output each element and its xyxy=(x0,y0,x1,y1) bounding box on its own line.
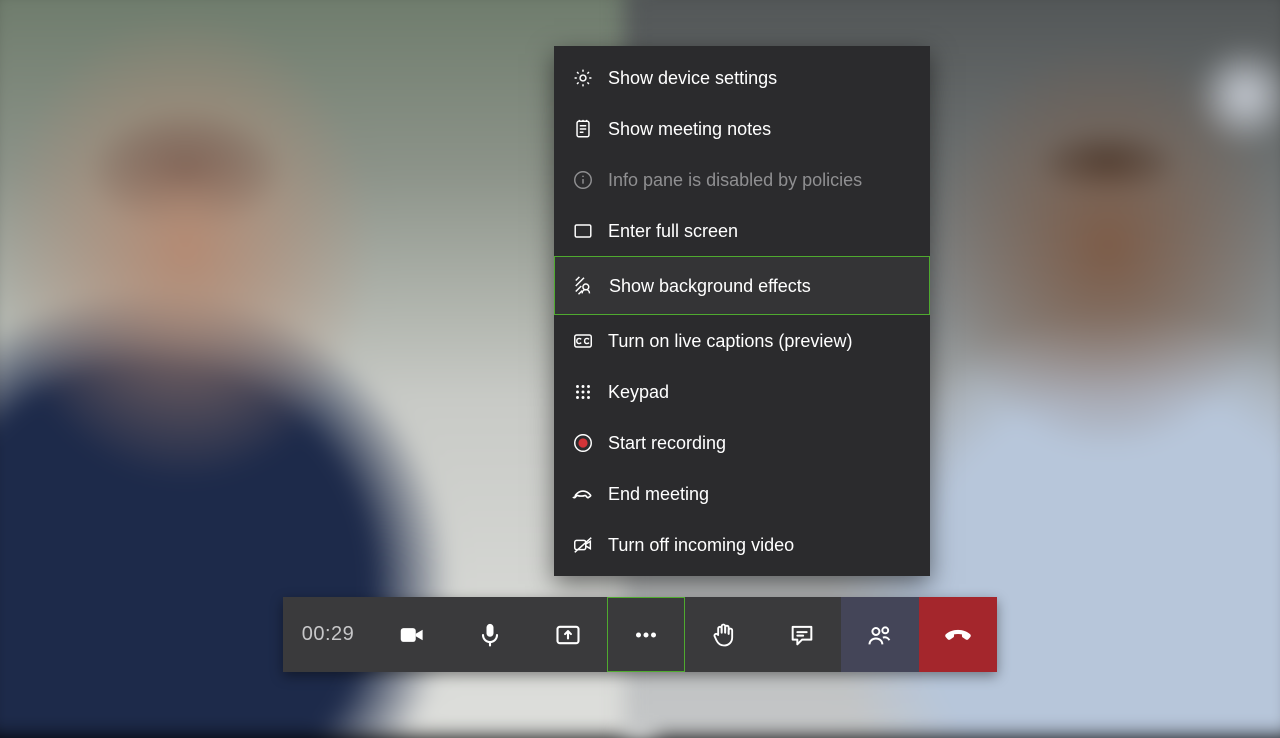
end-meeting-icon xyxy=(572,483,594,505)
more-actions-menu: Show device settings Show meeting notes … xyxy=(554,46,930,576)
participants-icon xyxy=(866,621,894,649)
menu-item-meeting-notes[interactable]: Show meeting notes xyxy=(554,103,930,154)
menu-item-label: Enter full screen xyxy=(608,222,738,240)
share-screen-icon xyxy=(554,621,582,649)
camera-icon xyxy=(397,620,427,650)
gear-icon xyxy=(572,67,594,89)
participants-button[interactable] xyxy=(841,597,919,672)
call-duration: 00:29 xyxy=(283,597,373,672)
menu-item-label: Info pane is disabled by policies xyxy=(608,171,862,189)
more-icon xyxy=(631,620,661,650)
menu-item-end-meeting[interactable]: End meeting xyxy=(554,468,930,519)
menu-item-background-effects[interactable]: Show background effects xyxy=(554,256,930,315)
background-effects-icon xyxy=(573,275,595,297)
menu-item-label: Start recording xyxy=(608,434,726,452)
chat-icon xyxy=(788,621,816,649)
menu-item-turn-off-incoming-video[interactable]: Turn off incoming video xyxy=(554,519,930,570)
menu-item-label: Show device settings xyxy=(608,69,777,87)
more-actions-button[interactable] xyxy=(607,597,685,672)
raise-hand-button[interactable] xyxy=(685,597,763,672)
menu-item-start-recording[interactable]: Start recording xyxy=(554,417,930,468)
chat-button[interactable] xyxy=(763,597,841,672)
menu-item-enter-full-screen[interactable]: Enter full screen xyxy=(554,205,930,256)
menu-item-label: Show meeting notes xyxy=(608,120,771,138)
menu-item-live-captions[interactable]: Turn on live captions (preview) xyxy=(554,315,930,366)
fullscreen-icon xyxy=(572,220,594,242)
cc-icon xyxy=(572,330,594,352)
menu-item-label: Keypad xyxy=(608,383,669,401)
camera-button[interactable] xyxy=(373,597,451,672)
microphone-icon xyxy=(476,621,504,649)
menu-item-label: Show background effects xyxy=(609,277,811,295)
menu-item-keypad[interactable]: Keypad xyxy=(554,366,930,417)
hang-up-button[interactable] xyxy=(919,597,997,672)
keypad-icon xyxy=(572,381,594,403)
info-icon xyxy=(572,169,594,191)
share-screen-button[interactable] xyxy=(529,597,607,672)
menu-item-label: Turn on live captions (preview) xyxy=(608,332,852,350)
notes-icon xyxy=(572,118,594,140)
menu-item-label: End meeting xyxy=(608,485,709,503)
hang-up-icon xyxy=(941,618,975,652)
record-icon xyxy=(572,432,594,454)
menu-item-info-pane-disabled: Info pane is disabled by policies xyxy=(554,154,930,205)
microphone-button[interactable] xyxy=(451,597,529,672)
menu-item-device-settings[interactable]: Show device settings xyxy=(554,52,930,103)
video-off-icon xyxy=(572,534,594,556)
menu-item-label: Turn off incoming video xyxy=(608,536,794,554)
raise-hand-icon xyxy=(710,621,738,649)
meeting-control-bar: 00:29 xyxy=(283,597,997,672)
